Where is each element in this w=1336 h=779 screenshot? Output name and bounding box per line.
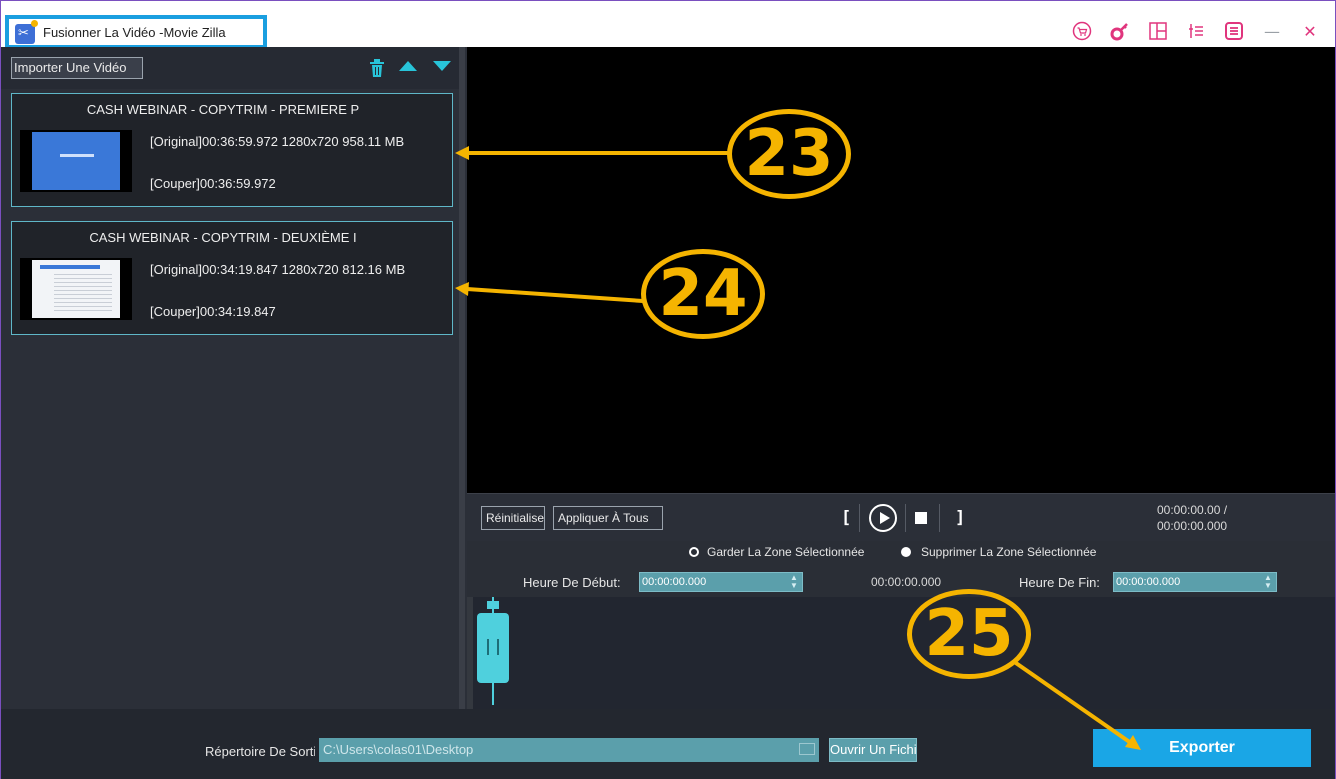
current-time: 00:00:00.00 / (1157, 503, 1228, 517)
move-down-icon[interactable] (433, 61, 451, 71)
keep-zone-label: Garder La Zone Sélectionnée (707, 545, 865, 559)
video-preview (467, 47, 1335, 493)
mark-in-button[interactable]: [ (841, 508, 851, 528)
close-icon[interactable]: ✕ (1299, 20, 1321, 42)
divider (859, 504, 860, 532)
minimize-icon[interactable]: — (1261, 20, 1283, 42)
total-time: 00:00:00.000 (1157, 519, 1228, 533)
selection-mode-row: Garder La Zone Sélectionnée Supprimer La… (467, 541, 1335, 567)
playhead-pin[interactable] (487, 601, 499, 609)
title-bar: ✂ Fusionner La Vidéo -Movie Zilla — ✕ (1, 1, 1335, 49)
apply-all-button[interactable]: Appliquer À Tous (553, 506, 663, 530)
panel-splitter[interactable] (459, 47, 465, 709)
trash-icon[interactable] (369, 59, 385, 77)
clip-title: CASH WEBINAR - COPYTRIM - PREMIERE P (86, 102, 360, 117)
video-list-panel: Importer Une Vidéo CASH WEBINAR - COPYTR… (1, 47, 465, 709)
open-file-button[interactable]: Ouvrir Un Fichier (829, 738, 917, 762)
callout-25: 25 (907, 589, 1031, 679)
menu-icon[interactable] (1223, 20, 1245, 42)
output-dir-label: Répertoire De Sortie (205, 744, 315, 759)
callout-24: 24 (641, 249, 765, 339)
start-time-input[interactable]: 00:00:00.000 ▲ ▼ (639, 572, 803, 592)
stop-icon[interactable] (915, 512, 927, 524)
time-range-row: Heure De Début: 00:00:00.000 ▲ ▼ 00:00:00… (467, 567, 1335, 597)
app-logo-icon: ✂ (15, 20, 38, 44)
import-video-button[interactable]: Importer Une Vidéo (11, 57, 143, 79)
trim-handle[interactable] (477, 613, 509, 683)
clip-title: CASH WEBINAR - COPYTRIM - DEUXIÈME I (89, 230, 357, 245)
list-settings-icon[interactable] (1185, 20, 1207, 42)
export-button[interactable]: Exporter (1093, 729, 1311, 767)
start-time-value: 00:00:00.000 (642, 576, 707, 588)
clip-cut-info: [Couper]00:34:19.847 (150, 304, 276, 319)
output-path-field[interactable]: C:\Users\colas01\Desktop (319, 738, 819, 762)
delete-zone-radio[interactable] (901, 547, 911, 557)
divider (905, 504, 906, 532)
start-time-label: Heure De Début: (523, 575, 621, 590)
cart-icon[interactable] (1071, 20, 1093, 42)
key-icon[interactable] (1109, 20, 1131, 42)
trim-controls: Réinitialiser Appliquer À Tous [ ] 00:00… (467, 493, 1335, 709)
output-bar: Répertoire De Sortie C:\Users\colas01\De… (1, 709, 1335, 779)
divider (939, 504, 940, 532)
clip-thumbnail (20, 258, 132, 320)
video-clip-item[interactable]: CASH WEBINAR - COPYTRIM - DEUXIÈME I [Or… (11, 221, 453, 335)
window-title: Fusionner La Vidéo -Movie Zilla (43, 25, 226, 40)
layout-icon[interactable] (1147, 20, 1169, 42)
end-time-spinner[interactable]: ▲ ▼ (1262, 574, 1274, 590)
reset-button[interactable]: Réinitialiser (481, 506, 545, 530)
keep-zone-radio[interactable] (689, 547, 699, 557)
app-window: ✂ Fusionner La Vidéo -Movie Zilla — ✕ Im… (0, 0, 1336, 779)
end-time-value: 00:00:00.000 (1116, 576, 1181, 588)
playback-bar: Réinitialiser Appliquer À Tous [ ] 00:00… (467, 493, 1335, 541)
title-highlight: ✂ Fusionner La Vidéo -Movie Zilla (5, 15, 267, 49)
window-toolbar: — ✕ (1071, 19, 1321, 43)
clip-thumbnail (20, 130, 132, 192)
play-icon[interactable] (869, 504, 897, 532)
mark-out-button[interactable]: ] (955, 508, 965, 528)
end-time-label: Heure De Fin: (1019, 575, 1100, 590)
callout-23: 23 (727, 109, 851, 199)
playback-time: 00:00:00.00 / 00:00:00.000 (1157, 502, 1227, 534)
clip-cut-info: [Couper]00:36:59.972 (150, 176, 276, 191)
start-time-spinner[interactable]: ▲ ▼ (788, 574, 800, 590)
video-clip-item[interactable]: CASH WEBINAR - COPYTRIM - PREMIERE P [Or… (11, 93, 453, 207)
clip-original-info: [Original]00:34:19.847 1280x720 812.16 M… (150, 262, 406, 277)
end-time-input[interactable]: 00:00:00.000 ▲ ▼ (1113, 572, 1277, 592)
folder-icon[interactable] (799, 743, 815, 755)
delete-zone-label: Supprimer La Zone Sélectionnée (921, 545, 1097, 559)
output-path-value: C:\Users\colas01\Desktop (323, 742, 474, 757)
move-up-icon[interactable] (399, 61, 417, 71)
clip-original-info: [Original]00:36:59.972 1280x720 958.11 M… (150, 134, 405, 149)
selection-duration: 00:00:00.000 (871, 575, 942, 589)
trim-timeline[interactable] (467, 597, 1335, 709)
video-list-toolbar: Importer Une Vidéo (1, 47, 461, 89)
